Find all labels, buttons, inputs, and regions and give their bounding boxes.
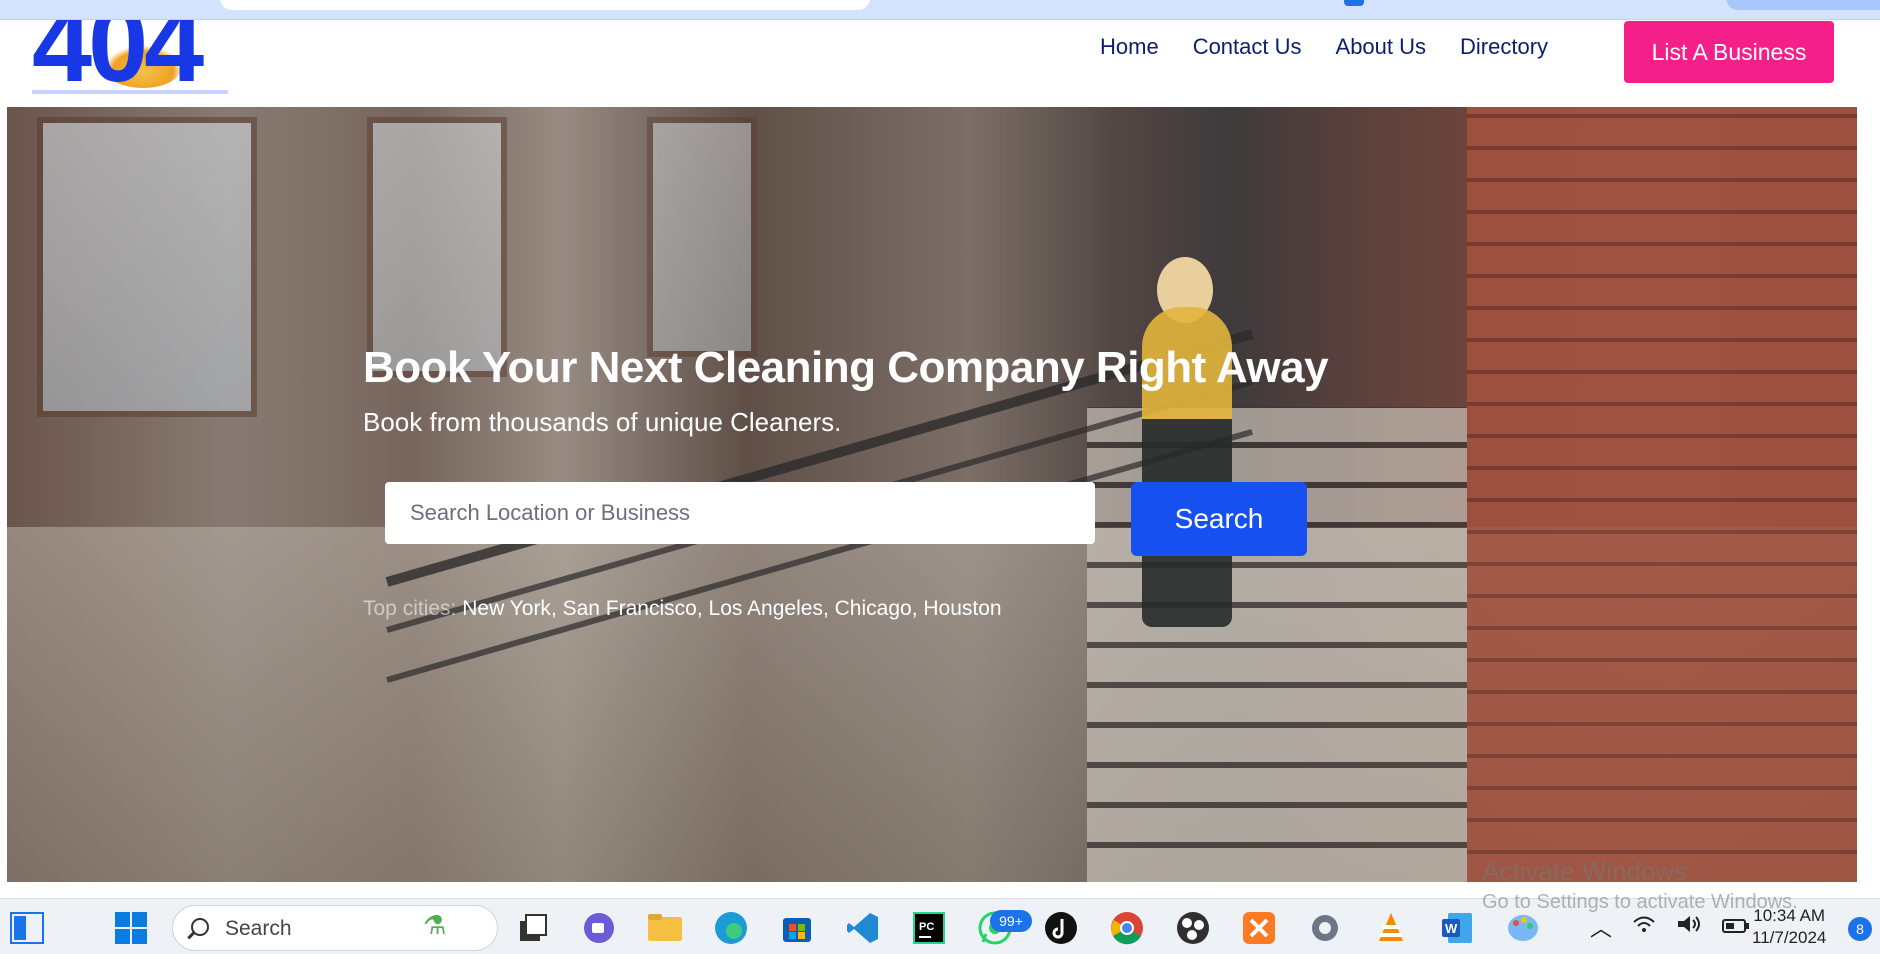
volume-icon[interactable] bbox=[1676, 913, 1702, 941]
paint-icon[interactable] bbox=[1504, 909, 1542, 947]
address-bar[interactable] bbox=[220, 0, 870, 10]
xampp-icon[interactable] bbox=[1240, 909, 1278, 947]
system-tray: ︿ bbox=[1590, 911, 1750, 943]
search-highlight-icon: ⚗ bbox=[423, 910, 447, 940]
nav-directory[interactable]: Directory bbox=[1460, 34, 1548, 60]
edge-icon[interactable] bbox=[712, 909, 750, 947]
hero-bg-window bbox=[647, 117, 757, 357]
chrome-icon[interactable] bbox=[1108, 909, 1146, 947]
hero-bg-brick-wall bbox=[1467, 107, 1857, 882]
obs-icon[interactable] bbox=[1174, 909, 1212, 947]
whatsapp-unread-badge: 99+ bbox=[990, 910, 1032, 932]
city-link[interactable]: San Francisco bbox=[563, 597, 697, 620]
search-icon bbox=[191, 918, 209, 936]
activate-windows-watermark: Activate Windows Go to Settings to activ… bbox=[1482, 856, 1798, 914]
nav-home[interactable]: Home bbox=[1100, 34, 1159, 60]
extension-icon[interactable] bbox=[1344, 0, 1364, 6]
main-nav: Home Contact Us About Us Directory bbox=[1100, 34, 1548, 60]
watermark-title: Activate Windows bbox=[1482, 856, 1688, 886]
city-link[interactable]: Los Angeles bbox=[709, 597, 823, 620]
taskbar-search[interactable]: Search ⚗ bbox=[172, 905, 498, 951]
word-icon[interactable]: W bbox=[1438, 909, 1476, 947]
city-link[interactable]: New York bbox=[462, 597, 551, 620]
top-cities: Top cities: New York, San Francisco, Los… bbox=[363, 597, 1002, 620]
start-icon[interactable] bbox=[112, 909, 150, 947]
taskbar-search-label: Search bbox=[225, 917, 292, 940]
hero-title: Book Your Next Cleaning Company Right Aw… bbox=[363, 343, 1329, 392]
profile-button[interactable] bbox=[1726, 0, 1880, 10]
logo-underline bbox=[32, 90, 228, 94]
svg-text:PC: PC bbox=[919, 921, 934, 933]
widgets-icon[interactable] bbox=[8, 909, 46, 947]
teams-icon[interactable] bbox=[580, 909, 618, 947]
chevron-up-icon[interactable]: ︿ bbox=[1590, 911, 1612, 943]
vscode-icon[interactable] bbox=[844, 909, 882, 947]
list-business-button[interactable]: List A Business bbox=[1624, 21, 1834, 83]
hero-section: Book Your Next Cleaning Company Right Aw… bbox=[7, 107, 1857, 882]
watermark-subtitle: Go to Settings to activate Windows. bbox=[1482, 891, 1798, 913]
browser-toolbar bbox=[0, 0, 1880, 20]
wifi-icon[interactable] bbox=[1632, 914, 1656, 940]
store-icon[interactable] bbox=[778, 909, 816, 947]
clock-date: 11/7/2024 bbox=[1752, 928, 1827, 947]
settings-icon[interactable] bbox=[1306, 909, 1344, 947]
hero-bg-window bbox=[37, 117, 257, 417]
battery-icon[interactable] bbox=[1722, 914, 1750, 940]
site-header: 404 Home Contact Us About Us Directory L… bbox=[0, 20, 1880, 106]
nav-contact-us[interactable]: Contact Us bbox=[1193, 34, 1302, 60]
search-button[interactable]: Search bbox=[1131, 482, 1307, 556]
svg-text:W: W bbox=[1445, 921, 1458, 936]
pycharm-icon[interactable]: PC bbox=[910, 909, 948, 947]
hero-subtitle: Book from thousands of unique Cleaners. bbox=[363, 407, 842, 437]
city-link[interactable]: Houston bbox=[923, 597, 1001, 620]
vlc-icon[interactable] bbox=[1372, 909, 1410, 947]
top-cities-label: Top cities: bbox=[363, 597, 457, 620]
file-explorer-icon[interactable] bbox=[646, 909, 684, 947]
search-input[interactable] bbox=[385, 482, 1095, 544]
tiktok-icon[interactable] bbox=[1042, 909, 1080, 947]
hero-bg-window bbox=[367, 117, 507, 377]
notification-badge[interactable]: 8 bbox=[1848, 917, 1872, 941]
site-logo[interactable]: 404 bbox=[30, 20, 230, 96]
nav-about-us[interactable]: About Us bbox=[1336, 34, 1427, 60]
city-link[interactable]: Chicago bbox=[835, 597, 912, 620]
logo-text: 404 bbox=[32, 20, 204, 96]
task-view-icon[interactable] bbox=[514, 909, 552, 947]
